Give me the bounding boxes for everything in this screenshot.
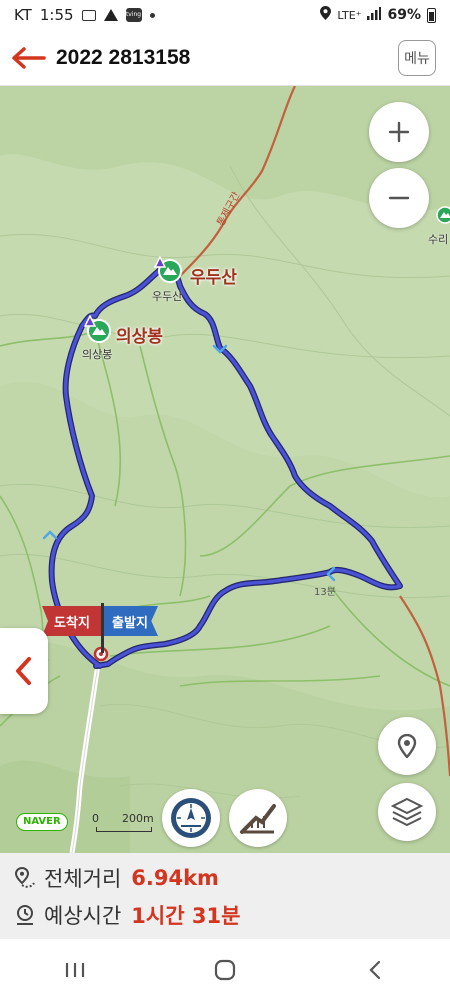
elevation-icon [240,804,276,834]
summit-triangle-icon [84,315,96,327]
system-back-button[interactable] [345,950,405,990]
location-icon [320,6,332,24]
route-distance-icon [14,866,35,888]
battery-icon [427,7,436,23]
end-flag[interactable]: 도착지 [42,606,102,636]
signal-icon [367,6,382,24]
distance-value: 6.94km [131,865,219,890]
warning-icon [103,9,118,21]
peak-label-uisang: 의상봉 [116,327,163,347]
peak-label-suri: 수리 [428,233,449,246]
route-info-panel: 전체거리 6.94km 예상시간 1시간 31분 [0,853,450,939]
carrier-label: KT [14,6,32,24]
plus-icon [388,121,410,143]
scale-distance: 200m [122,812,154,825]
back-button[interactable] [0,30,56,86]
arrow-left-icon [12,46,46,69]
home-button[interactable] [195,950,255,990]
distance-label: 전체거리 [44,866,122,891]
my-location-button[interactable] [378,717,436,775]
mountain-icon [436,206,450,224]
hiker-time-icon [17,904,33,925]
status-bar: KT 1:55 tving LTE⁺ 69% [0,0,450,30]
recent-apps-button[interactable] [45,950,105,990]
layers-icon [391,797,423,827]
side-panel-toggle[interactable] [0,628,48,714]
notification-dot-icon [149,12,155,18]
zoom-in-button[interactable] [369,102,429,162]
end-flag-label: 도착지 [54,615,90,631]
map-layers-button[interactable] [378,783,436,841]
tving-icon: tving [125,8,142,22]
time-value: 1시간 31분 [131,903,241,928]
start-flag[interactable]: 출발지 [102,606,158,636]
peak-sublabel-uisang: 의상봉 [82,348,113,361]
page-title: 2022 2813158 [56,45,191,69]
menu-button[interactable]: 메뉴 [398,40,436,76]
chevron-left-icon [16,657,31,685]
scale-zero: 0 [92,812,99,825]
network-label: LTE⁺ [337,8,362,22]
peak-label-uudu: 우두산 [190,268,237,288]
time-label: 예상시간 [44,903,122,928]
time-row: 예상시간 1시간 31분 [14,896,436,933]
location-pin-icon [397,734,417,758]
elevation-profile-button[interactable] [229,789,287,847]
compass-icon [171,798,211,838]
start-flag-label: 출발지 [112,615,148,631]
recent-apps-icon [65,962,85,977]
app-header: 2022 2813158 메뉴 [0,30,450,86]
flag-pole [101,603,104,653]
battery-percent: 69% [387,7,421,23]
minus-icon [388,196,410,200]
zoom-out-button[interactable] [369,168,429,228]
home-icon [214,959,236,980]
image-icon [81,9,96,21]
map-view[interactable]: 우두산 우두산 의상봉 의상봉 수리 통제구간 13분 도착지 출발지 NAVE… [0,86,450,853]
system-navigation-bar [0,939,450,1000]
compass-button[interactable] [162,789,220,847]
peak-sublabel-uudu: 우두산 [152,290,183,303]
distance-row: 전체거리 6.94km [14,859,436,896]
map-scale: 0 200m [86,812,156,834]
naver-logo: NAVER [16,813,68,831]
summit-triangle-icon [154,256,166,268]
scale-bar [96,827,152,832]
peak-marker-suri[interactable] [436,206,450,228]
trail-time-label: 13분 [314,587,336,598]
clock: 1:55 [39,6,74,24]
chevron-left-icon [369,960,381,979]
